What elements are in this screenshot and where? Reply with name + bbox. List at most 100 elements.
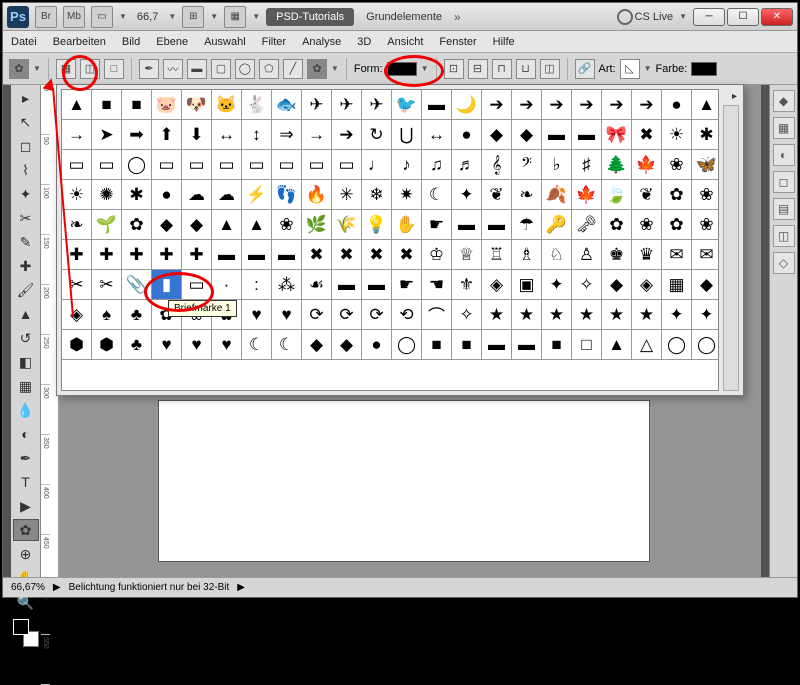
close-button[interactable]: ✕ (761, 8, 793, 26)
shape-cell[interactable]: ♠ (92, 300, 122, 330)
shape-cell[interactable]: ✈ (302, 90, 332, 120)
menu-bild[interactable]: Bild (122, 36, 140, 48)
shape-cell[interactable]: ☀ (62, 180, 92, 210)
shape-cell[interactable]: 🐇 (242, 90, 272, 120)
shape-cell[interactable]: ☾ (242, 330, 272, 360)
shape-cell[interactable]: 🌿 (302, 210, 332, 240)
shape-cell[interactable]: ♗ (512, 240, 542, 270)
shape-cell[interactable]: ❦ (632, 180, 662, 210)
shape-cell[interactable]: ✖ (392, 240, 422, 270)
bridge-button[interactable]: Br (35, 6, 57, 28)
shape-cell[interactable]: ✚ (122, 240, 152, 270)
dock-channels-icon[interactable]: ◫ (773, 225, 795, 247)
combine-5[interactable]: ◫ (540, 59, 560, 79)
workspace-tab-active[interactable]: PSD-Tutorials (266, 8, 354, 26)
shape-cell[interactable]: 🌲 (602, 150, 632, 180)
shape-cell[interactable]: ◆ (182, 210, 212, 240)
shape-preview[interactable] (387, 62, 417, 76)
shape-cell[interactable]: ✺ (92, 180, 122, 210)
shape-cell[interactable]: ⟳ (302, 300, 332, 330)
shape-cell[interactable]: ✂ (62, 270, 92, 300)
shape-cell[interactable]: ♥ (272, 300, 302, 330)
shape-cell[interactable]: ◈ (632, 270, 662, 300)
arrange-button[interactable]: ⊞ (182, 6, 204, 28)
shape-cell[interactable]: ✉ (662, 240, 692, 270)
shape-cell[interactable]: 𝄢 (512, 150, 542, 180)
shape-cell[interactable]: ★ (512, 300, 542, 330)
shape-cell[interactable]: ⟳ (362, 300, 392, 330)
shape-cell[interactable]: ✈ (362, 90, 392, 120)
shape-cell[interactable]: ◆ (482, 120, 512, 150)
shape-cell[interactable]: ✦ (692, 300, 719, 330)
shape-cell[interactable]: ♚ (602, 240, 632, 270)
shape-cell[interactable]: ♣ (122, 330, 152, 360)
shape-cell[interactable]: · (212, 270, 242, 300)
shape-cell[interactable]: □ (572, 330, 602, 360)
minimize-button[interactable]: ─ (693, 8, 725, 26)
marquee-tool[interactable]: ◻ (13, 135, 39, 157)
zoom-display[interactable]: 66,7 (133, 11, 162, 23)
fg-bg-swatch[interactable] (13, 619, 39, 647)
shape-cell[interactable]: ♛ (632, 240, 662, 270)
shape-cell[interactable]: ➡ (122, 120, 152, 150)
shape-cell[interactable]: ▭ (152, 150, 182, 180)
shape-cell[interactable]: ▭ (212, 150, 242, 180)
shape-cell[interactable]: ● (662, 90, 692, 120)
dodge-tool[interactable]: ◐ (13, 423, 39, 445)
shape-cell[interactable]: ✿ (662, 180, 692, 210)
shape-cell[interactable]: ✱ (692, 120, 719, 150)
dock-layers-icon[interactable]: ▤ (773, 198, 795, 220)
workspace-tab[interactable]: Grundelemente (360, 8, 448, 26)
cs-live-button[interactable]: CS Live (617, 9, 674, 25)
style-picker[interactable]: ◺ (620, 59, 640, 79)
menu-bearbeiten[interactable]: Bearbeiten (53, 36, 106, 48)
shape-cell[interactable]: ♕ (452, 240, 482, 270)
screen-mode-button[interactable]: ▭ (91, 6, 113, 28)
grip-icon[interactable]: ▸ (13, 87, 39, 109)
shape-cell[interactable]: ▣ (512, 270, 542, 300)
shape-cell[interactable]: ★ (632, 300, 662, 330)
shape-cell[interactable]: ♬ (452, 150, 482, 180)
shape-tool-icon[interactable]: ✿ (9, 59, 29, 79)
shape-cell[interactable]: ♙ (572, 240, 602, 270)
shape-cell[interactable]: ▭ (92, 150, 122, 180)
shape-cell[interactable]: ♪ (392, 150, 422, 180)
shape-cell[interactable]: ◆ (512, 120, 542, 150)
shape-cell[interactable]: ✿ (122, 210, 152, 240)
crop-tool[interactable]: ✂ (13, 207, 39, 229)
shape-cell[interactable]: 🍁 (632, 150, 662, 180)
dock-swatches-icon[interactable]: ▦ (773, 117, 795, 139)
shape-cell[interactable]: 🔑 (542, 210, 572, 240)
3d-tool[interactable]: ⊕ (13, 543, 39, 565)
shape-cell[interactable]: 💡 (362, 210, 392, 240)
status-zoom[interactable]: 66,67% (11, 582, 45, 593)
shape-cell[interactable]: ● (362, 330, 392, 360)
shape-cell[interactable]: ◈ (482, 270, 512, 300)
shape-cell[interactable]: ♥ (242, 300, 272, 330)
shape-cell[interactable]: ⌒ (422, 300, 452, 330)
lasso-tool[interactable]: ⌇ (13, 159, 39, 181)
shape-cell[interactable]: ❄ (362, 180, 392, 210)
shape-cell[interactable]: ◆ (602, 270, 632, 300)
shape-cell[interactable]: ☾ (422, 180, 452, 210)
shape-cell[interactable]: ★ (482, 300, 512, 330)
menu-ebene[interactable]: Ebene (156, 36, 188, 48)
extras-button[interactable]: ▦ (224, 6, 246, 28)
wand-tool[interactable]: ✦ (13, 183, 39, 205)
menu-ansicht[interactable]: Ansicht (387, 36, 423, 48)
pen-icon[interactable]: ✒ (139, 59, 159, 79)
shape-cell[interactable]: ■ (422, 330, 452, 360)
gradient-tool[interactable]: ▦ (13, 375, 39, 397)
shape-cell[interactable]: ◈ (62, 300, 92, 330)
shape-cell[interactable]: ✚ (152, 240, 182, 270)
shape-cell[interactable]: ♫ (422, 150, 452, 180)
dock-paths-icon[interactable]: ◇ (773, 252, 795, 274)
shape-cell[interactable]: ◆ (152, 210, 182, 240)
shape-cell[interactable]: ➔ (512, 90, 542, 120)
shape-cell[interactable]: ✳ (332, 180, 362, 210)
shape-cell[interactable]: ❧ (512, 180, 542, 210)
shape-cell[interactable]: ★ (602, 300, 632, 330)
shape-cell[interactable]: ♥ (182, 330, 212, 360)
shape-cell[interactable]: ▭ (302, 150, 332, 180)
shape-cell[interactable]: ♥ (212, 330, 242, 360)
